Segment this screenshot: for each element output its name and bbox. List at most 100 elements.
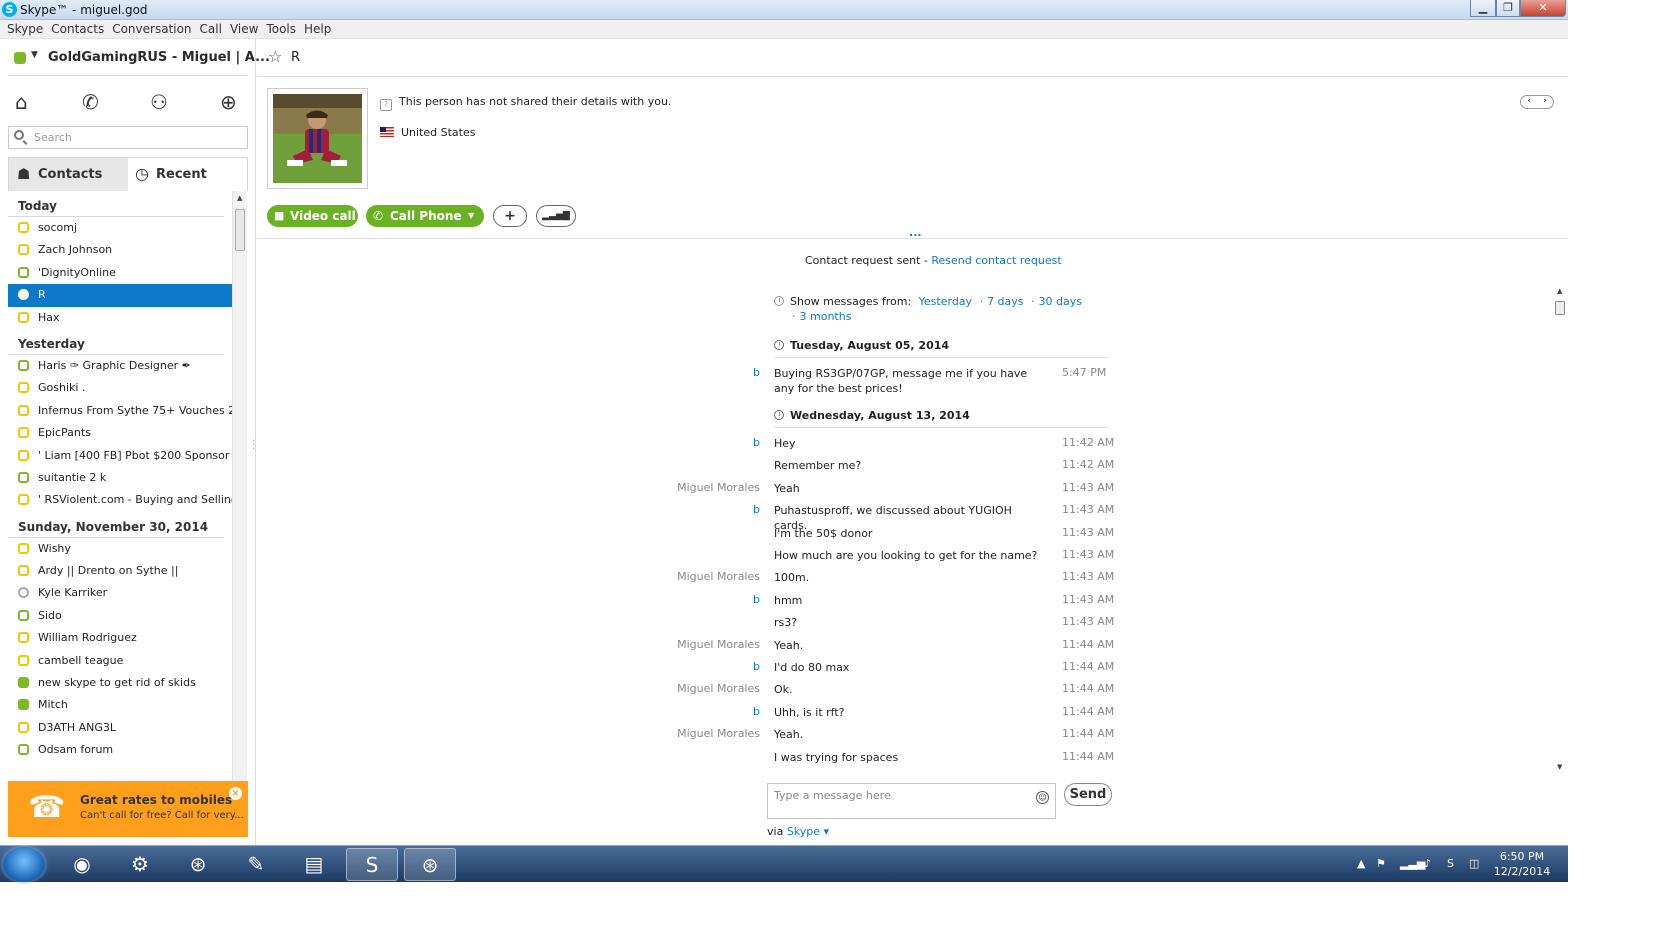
minimize-button[interactable]: ▁: [1470, 0, 1496, 17]
message-row[interactable]: I was trying for spaces 11:44 AM: [257, 750, 1114, 770]
menu-view[interactable]: View: [223, 20, 258, 36]
menu-help[interactable]: Help: [297, 20, 331, 36]
message-row[interactable]: Miguel Morales Yeah. 11:44 AM: [257, 727, 1114, 747]
message-row[interactable]: Miguel Morales Yeah 11:43 AM: [257, 481, 1114, 501]
contact-item[interactable]: Goshiki .: [8, 377, 232, 399]
resend-request-link[interactable]: Resend contact request: [931, 254, 1061, 267]
message-row[interactable]: Miguel Morales Yeah. 11:44 AM: [257, 638, 1114, 658]
home-icon[interactable]: ⌂: [15, 90, 28, 114]
start-button[interactable]: [3, 847, 45, 882]
message-row[interactable]: b Uhh, is it rft? 11:44 AM: [257, 705, 1114, 725]
contact-item[interactable]: Haris ✑ Graphic Designer ✒: [8, 355, 232, 377]
contact-item[interactable]: Mitch: [8, 694, 232, 716]
scrollbar-thumb[interactable]: [1555, 301, 1565, 315]
message-row[interactable]: rs3? 11:43 AM: [257, 615, 1114, 635]
message-row[interactable]: I'm the 50$ donor 11:43 AM: [257, 526, 1114, 546]
message-row[interactable]: Miguel Morales Ok. 11:44 AM: [257, 682, 1114, 702]
contact-item[interactable]: William Rodriguez: [8, 627, 232, 649]
message-row[interactable]: How much are you looking to get for the …: [257, 548, 1114, 568]
add-participants-button[interactable]: +: [493, 205, 527, 227]
message-row[interactable]: b hmm 11:43 AM: [257, 593, 1114, 613]
action-center-icon[interactable]: ⚑: [1376, 857, 1386, 870]
skype-tray-icon[interactable]: S: [1447, 857, 1454, 870]
chevron-down-icon[interactable]: ▼: [468, 205, 474, 227]
favorite-star-icon[interactable]: ☆: [268, 47, 282, 66]
tor-browser-icon[interactable]: ⊛: [172, 848, 224, 881]
add-contact-icon[interactable]: ⊕: [220, 90, 237, 114]
taskbar-clock[interactable]: 6:50 PM 12/2/2014: [1490, 849, 1554, 879]
firefox-icon[interactable]: ◉: [56, 848, 108, 881]
contact-item[interactable]: EpicPants: [8, 422, 232, 444]
message-row[interactable]: b I'd do 80 max 11:44 AM: [257, 660, 1114, 680]
editor-icon[interactable]: ✎: [230, 848, 282, 881]
group-icon[interactable]: ⚇: [150, 90, 168, 114]
menu-tools[interactable]: Tools: [259, 20, 296, 36]
message-row[interactable]: b Buying RS3GP/07GP, message me if you h…: [257, 366, 1107, 398]
splitter-handle[interactable]: · · ·: [252, 437, 255, 455]
contact-item[interactable]: socomj: [8, 217, 232, 239]
tor-taskbar-icon[interactable]: ⊛: [404, 848, 456, 881]
call-phone-button[interactable]: ✆ Call Phone ▼: [366, 205, 484, 227]
contact-item[interactable]: Wishy: [8, 538, 232, 560]
status-online-icon[interactable]: [14, 52, 26, 64]
contact-item[interactable]: Sido: [8, 605, 232, 627]
contact-item[interactable]: 'DignityOnline: [8, 262, 232, 284]
message-row[interactable]: b Hey 11:42 AM: [257, 436, 1114, 456]
contact-item[interactable]: Infernus From Sythe 75+ Vouches 25+...: [8, 400, 232, 422]
call-quality-button[interactable]: ▂▃▅▇: [536, 205, 576, 227]
close-button[interactable]: ✕: [1520, 0, 1566, 17]
message-row[interactable]: Remember me? 11:42 AM: [257, 458, 1114, 478]
video-call-button[interactable]: ■ Video call: [267, 205, 358, 227]
search-input[interactable]: Search: [8, 126, 248, 149]
scroll-up-icon[interactable]: ▲: [1557, 287, 1562, 295]
tray-app-icon[interactable]: ◫: [1469, 857, 1479, 870]
contact-item[interactable]: suitantie 2 k: [8, 467, 232, 489]
tab-recent[interactable]: ◷ Recent: [128, 158, 247, 191]
emoticon-icon[interactable]: ☺: [1036, 791, 1049, 804]
scroll-up-icon[interactable]: ▲: [237, 194, 242, 202]
menu-call[interactable]: Call: [193, 20, 222, 36]
chat-scrollbar[interactable]: ▲ ▼: [1553, 285, 1568, 773]
network-icon[interactable]: ▂▃▅: [1400, 857, 1425, 870]
restore-button[interactable]: ❐: [1496, 0, 1520, 17]
scrollbar-thumb[interactable]: [235, 209, 245, 251]
via-skype-dropdown[interactable]: Skype ▾: [787, 825, 829, 838]
contact-item[interactable]: R: [8, 284, 232, 307]
scroll-down-icon[interactable]: ▼: [1557, 763, 1562, 771]
contact-item[interactable]: D3ATH ANG3L: [8, 717, 232, 739]
menu-contacts[interactable]: Contacts: [44, 20, 104, 36]
filter-3months-link[interactable]: 3 months: [800, 310, 852, 323]
contact-item[interactable]: cambell teague: [8, 650, 232, 672]
contact-item[interactable]: new skype to get rid of skids: [8, 672, 232, 694]
contact-item[interactable]: Ardy || Drento on Sythe ||: [8, 560, 232, 582]
chevron-down-icon[interactable]: ▼: [31, 50, 38, 60]
chevron-right-icon[interactable]: ›: [1537, 96, 1553, 106]
message-row[interactable]: Miguel Morales 100m. 11:43 AM: [257, 570, 1114, 590]
contact-item[interactable]: Odsam forum: [8, 739, 232, 761]
skype-taskbar-icon[interactable]: S: [346, 848, 398, 881]
file-explorer-icon[interactable]: ▤: [288, 848, 340, 881]
filter-30days-link[interactable]: 30 days: [1039, 295, 1082, 308]
promo-banner[interactable]: ☎ Great rates to mobiles Can't call for …: [8, 781, 248, 837]
filter-7days-link[interactable]: 7 days: [987, 295, 1023, 308]
contact-item[interactable]: ' Liam [400 FB] Pbot $200 Sponsor: [8, 445, 232, 467]
account-header[interactable]: ▼ GoldGamingRUS - Miguel | A...: [14, 49, 270, 69]
chevron-left-icon[interactable]: ‹: [1521, 96, 1537, 106]
volume-icon[interactable]: ♪: [1424, 857, 1431, 870]
contact-item[interactable]: Hax: [8, 307, 232, 329]
menu-conversation[interactable]: Conversation: [105, 20, 191, 36]
filter-yesterday-link[interactable]: Yesterday: [919, 295, 972, 308]
tray-expand-icon[interactable]: ▲: [1357, 857, 1365, 870]
contact-item[interactable]: Kyle Karriker: [8, 582, 232, 604]
phone-icon[interactable]: ✆: [82, 90, 99, 114]
message-row[interactable]: b Puhastusproff, we discussed about YUGIO…: [257, 503, 1114, 532]
menu-skype[interactable]: Skype: [0, 20, 43, 36]
runescape-icon[interactable]: ⚙: [114, 848, 166, 881]
contact-item[interactable]: Zach Johnson: [8, 239, 232, 261]
message-input[interactable]: Type a message here ☺: [767, 783, 1056, 819]
contact-item[interactable]: ' RSViolent.com - Buying and Selling 07/…: [8, 489, 232, 511]
tab-contacts[interactable]: ☗ Contacts: [9, 158, 128, 191]
avatar[interactable]: [267, 88, 368, 189]
send-button[interactable]: Send: [1064, 783, 1112, 806]
promo-close-button[interactable]: ×: [229, 787, 242, 800]
